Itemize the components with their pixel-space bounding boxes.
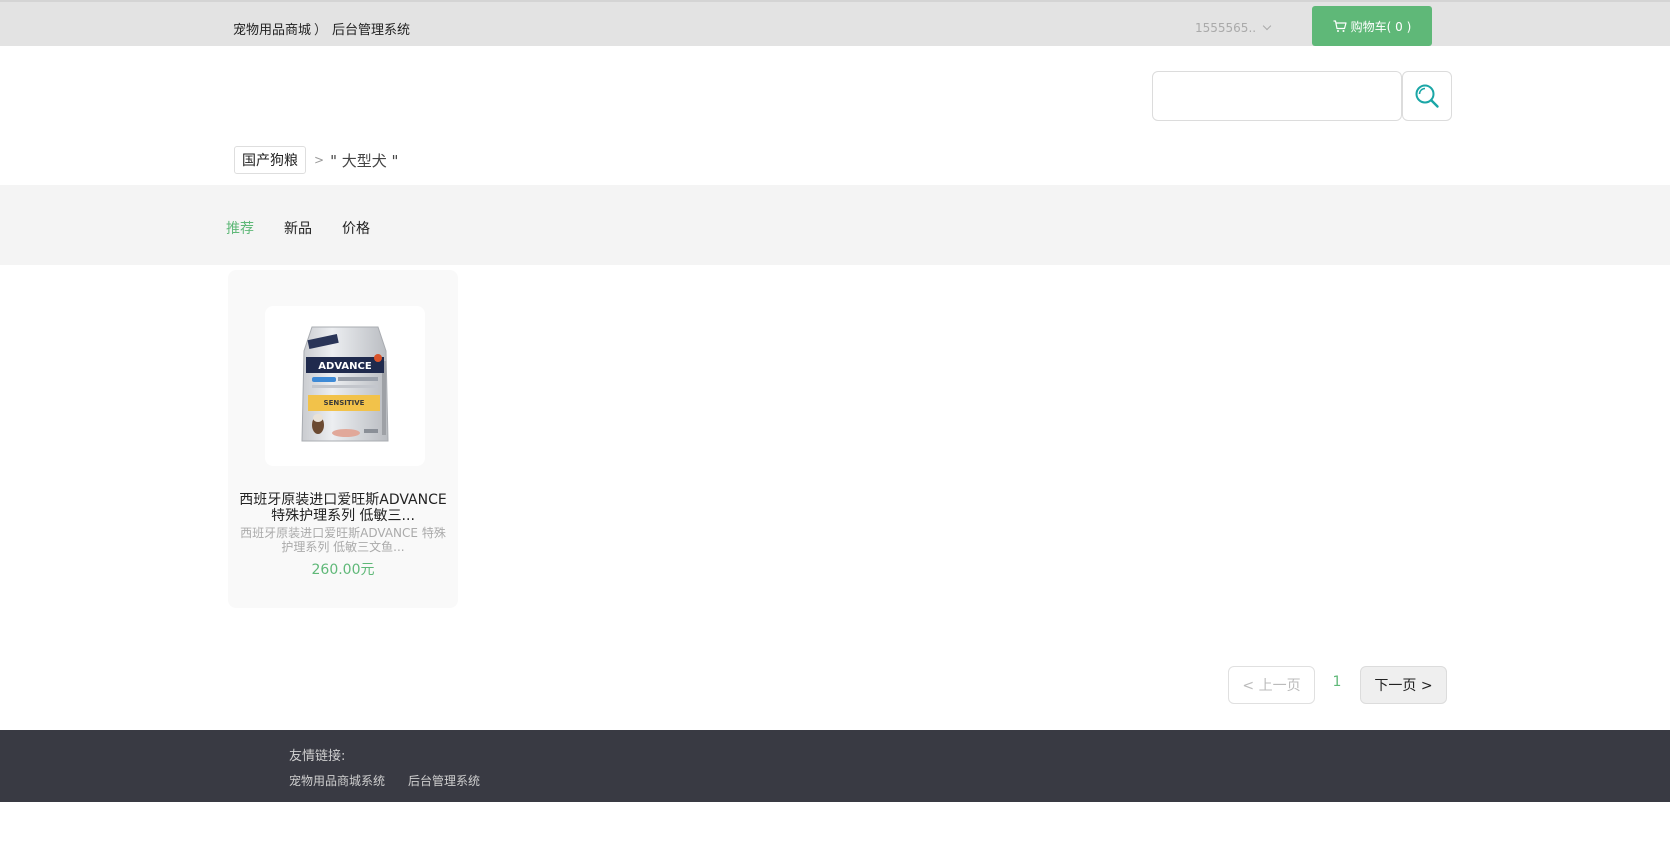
breadcrumb-keyword: " 大型犬 " xyxy=(330,151,399,170)
breadcrumb-category[interactable]: 国产狗粮 xyxy=(234,146,306,174)
brand-separator: ） xyxy=(314,23,328,38)
chevron-down-icon xyxy=(1262,21,1272,31)
breadcrumb-separator: > xyxy=(314,153,325,167)
sort-price[interactable]: 价格 xyxy=(342,218,370,238)
sort-newest[interactable]: 新品 xyxy=(284,218,312,238)
search-button[interactable] xyxy=(1402,71,1452,121)
breadcrumb: 国产狗粮 > " 大型犬 " xyxy=(234,146,398,174)
brand-nav: 宠物用品商城） 后台管理系统 xyxy=(233,19,410,38)
cart-icon xyxy=(1333,19,1347,32)
cart-label: 购物车( 0 ) xyxy=(1350,19,1412,34)
top-bar: 宠物用品商城） 后台管理系统 1555565.. 购物车( 0 ) xyxy=(0,0,1670,46)
product-image[interactable]: ADVANCE SENSITIVE xyxy=(265,306,425,466)
prev-page-button[interactable]: < 上一页 xyxy=(1228,666,1315,704)
footer-link-shop[interactable]: 宠物用品商城系统 xyxy=(289,774,385,788)
cart-button[interactable]: 购物车( 0 ) xyxy=(1312,6,1432,46)
username: 1555565.. xyxy=(1195,21,1257,35)
footer-title: 友情链接: xyxy=(289,749,346,764)
footer-links: 宠物用品商城系统 后台管理系统 xyxy=(289,772,503,789)
bag-brand-text: ADVANCE xyxy=(318,361,372,372)
sort-bar: 推荐 新品 价格 xyxy=(0,185,1670,265)
page-number[interactable]: 1 xyxy=(1326,674,1348,690)
footer: 友情链接: 宠物用品商城系统 后台管理系统 xyxy=(0,730,1670,802)
next-page-button[interactable]: 下一页 > xyxy=(1360,666,1447,704)
product-title[interactable]: 西班牙原装进口爱旺斯ADVANCE 特殊护理系列 低敏三... xyxy=(236,492,450,524)
sort-recommended[interactable]: 推荐 xyxy=(226,218,254,238)
product-description: 西班牙原装进口爱旺斯ADVANCE 特殊护理系列 低敏三文鱼... xyxy=(240,526,446,554)
product-price: 260.00元 xyxy=(311,562,375,578)
user-menu[interactable]: 1555565.. xyxy=(1195,21,1272,35)
product-card[interactable]: ADVANCE SENSITIVE 西班牙原装进口爱旺斯ADVANCE 特殊护理… xyxy=(228,270,458,608)
admin-link[interactable]: 后台管理系统 xyxy=(332,23,410,38)
brand-link[interactable]: 宠物用品商城 xyxy=(233,23,311,38)
search-input[interactable] xyxy=(1152,71,1402,121)
search-icon xyxy=(1415,84,1439,108)
dog-food-bag-image: ADVANCE SENSITIVE xyxy=(301,326,389,442)
bag-variant-text: SENSITIVE xyxy=(324,399,365,407)
footer-link-admin[interactable]: 后台管理系统 xyxy=(408,774,480,788)
